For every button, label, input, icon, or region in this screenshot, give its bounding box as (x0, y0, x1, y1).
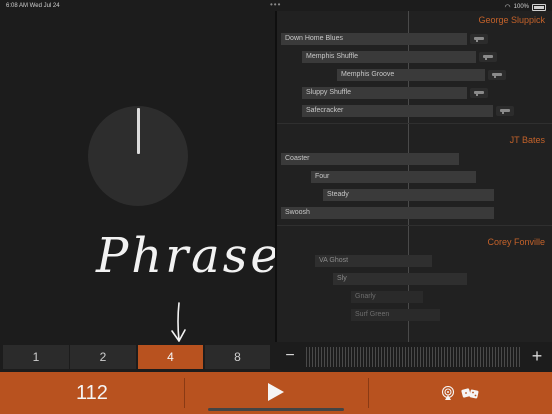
airplay-icon[interactable] (441, 386, 455, 400)
play-icon[interactable] (268, 383, 284, 401)
clip[interactable]: Memphis Groove (337, 69, 485, 81)
clip[interactable]: Steady (323, 189, 494, 201)
zoom-in-button[interactable]: + (529, 346, 545, 366)
guitar-fill-icon[interactable] (470, 34, 488, 44)
clip[interactable]: Down Home Blues (281, 33, 467, 45)
clip[interactable]: Swoosh (281, 207, 494, 219)
zoom-out-button[interactable]: − (282, 346, 298, 366)
transport-divider (184, 378, 185, 408)
clip[interactable]: Four (311, 171, 476, 183)
dial-needle (137, 108, 140, 154)
phrase-length-2[interactable]: 2 (70, 345, 136, 369)
wifi-icon: ◠ (504, 4, 511, 11)
status-right: ◠ 100% (505, 3, 546, 11)
tempo-dial[interactable] (88, 106, 188, 206)
transport-divider (368, 378, 369, 408)
battery-icon (532, 3, 546, 11)
multitasking-dots-icon[interactable]: ••• (270, 0, 281, 9)
dice-icon[interactable] (461, 386, 479, 400)
guitar-fill-icon[interactable] (479, 52, 497, 62)
clip[interactable]: Safecracker (302, 105, 493, 117)
bottom-controls: 1 2 4 8 − + (0, 342, 552, 372)
clip[interactable]: Coaster (281, 153, 459, 165)
zoom-scrubber[interactable] (306, 347, 522, 367)
guitar-fill-icon[interactable] (488, 70, 506, 80)
clip[interactable]: Surf Green (351, 309, 440, 321)
phrase-length-1[interactable]: 1 (3, 345, 69, 369)
phrase-annotation: Phrase (96, 228, 282, 284)
clip[interactable]: VA Ghost (315, 255, 432, 267)
clip[interactable]: Sly (333, 273, 467, 285)
clip[interactable]: Gnarly (351, 291, 423, 303)
artist-heading: JT Bates (509, 135, 545, 145)
phrase-length-8[interactable]: 8 (205, 345, 270, 369)
tempo-display[interactable]: 112 (0, 372, 184, 414)
clip[interactable]: Memphis Shuffle (302, 51, 476, 63)
guitar-fill-icon[interactable] (496, 106, 514, 116)
groove-library: George Sluppick Down Home Blues Memphis … (277, 11, 552, 342)
artist-heading: Corey Fonville (487, 237, 545, 247)
section-separator (277, 123, 552, 124)
left-panel: Phrase (0, 11, 279, 342)
phrase-length-4[interactable]: 4 (138, 345, 203, 369)
guitar-fill-icon[interactable] (470, 88, 488, 98)
section-separator (277, 225, 552, 226)
artist-heading: George Sluppick (478, 15, 545, 25)
annotation-arrow-icon (171, 302, 186, 342)
status-bar: 6:08 AM Wed Jul 24 ••• ◠ 100% (0, 0, 552, 11)
home-indicator[interactable] (208, 408, 344, 411)
battery-percent: 100% (513, 4, 529, 10)
clip[interactable]: Sluppy Shuffle (302, 87, 467, 99)
status-time: 6:08 AM Wed Jul 24 (6, 3, 60, 9)
